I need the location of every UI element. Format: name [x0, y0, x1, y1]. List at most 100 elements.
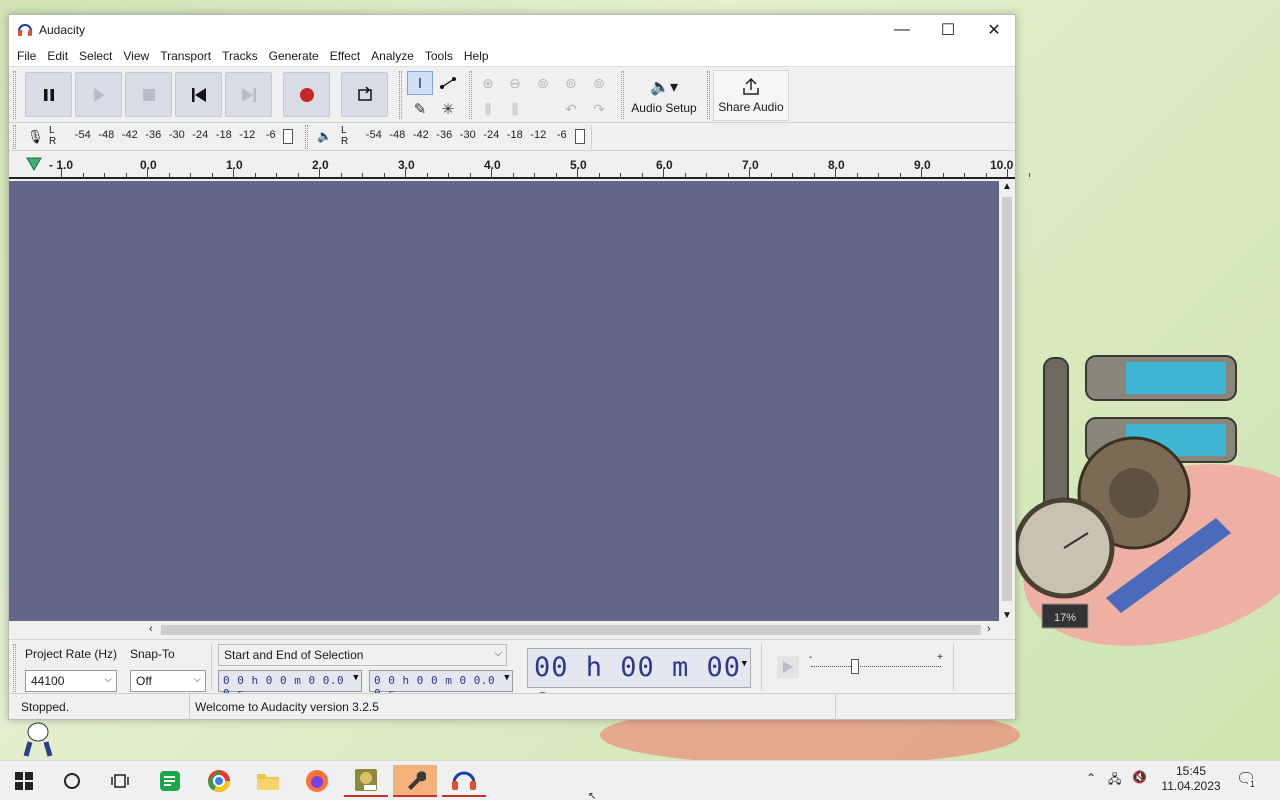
- taskbar-media-app[interactable]: [344, 765, 388, 797]
- menu-effect[interactable]: Effect: [327, 49, 368, 63]
- network-icon[interactable]: 🖧: [1108, 770, 1121, 791]
- draw-tool[interactable]: ✎: [407, 97, 433, 121]
- close-button[interactable]: ✕: [971, 15, 1017, 45]
- menu-edit[interactable]: Edit: [44, 49, 76, 63]
- silence-button[interactable]: ⫼: [502, 97, 528, 121]
- volume-muted-icon[interactable]: 🔇: [1132, 770, 1147, 784]
- record-button[interactable]: [283, 72, 330, 117]
- project-rate-select[interactable]: 44100 ⌵: [25, 670, 117, 692]
- minimize-button[interactable]: —: [879, 15, 925, 45]
- time-display[interactable]: 00 h 00 m 00 s ▼: [527, 648, 751, 714]
- track-area[interactable]: [9, 181, 999, 621]
- selection-mode-select[interactable]: Start and End of Selection ⌵: [218, 644, 507, 666]
- taskbar-file-explorer[interactable]: [246, 765, 290, 797]
- menu-help[interactable]: Help: [461, 49, 497, 63]
- scroll-up-icon[interactable]: ▲: [1002, 181, 1012, 192]
- caret-down-icon[interactable]: ▼: [353, 673, 359, 683]
- taskbar-audacity[interactable]: [442, 765, 486, 797]
- menu-analyze[interactable]: Analyze: [368, 49, 422, 63]
- caret-down-icon[interactable]: ▼: [504, 673, 510, 683]
- multi-tool[interactable]: ✳: [435, 97, 461, 121]
- playback-meter-grip[interactable]: [305, 125, 308, 149]
- redo-button[interactable]: ↷: [586, 97, 612, 121]
- play-speed-slider[interactable]: - +: [809, 652, 943, 680]
- skip-to-start-button[interactable]: [175, 72, 222, 117]
- envelope-tool[interactable]: [435, 71, 461, 95]
- loop-button[interactable]: [341, 72, 388, 117]
- taskbar-chrome[interactable]: [197, 765, 241, 797]
- stop-button[interactable]: [125, 72, 172, 117]
- microphone-icon[interactable]: 🎙: [27, 129, 44, 145]
- play-button[interactable]: [75, 72, 122, 117]
- scroll-down-icon[interactable]: ▼: [1002, 610, 1012, 621]
- vertical-scrollbar[interactable]: ▲ ▼: [999, 181, 1015, 621]
- vertical-scroll-thumb[interactable]: [1002, 197, 1012, 601]
- scroll-left-icon[interactable]: ‹: [149, 623, 153, 635]
- undo-button[interactable]: ↶: [558, 97, 584, 121]
- zoom-out-button[interactable]: ⊖: [502, 71, 528, 95]
- trim-button[interactable]: ⫼: [475, 97, 501, 121]
- playback-speaker-icon[interactable]: 🔈: [317, 129, 332, 143]
- menu-view[interactable]: View: [120, 49, 157, 63]
- tray-expand-icon[interactable]: ⌃: [1086, 771, 1096, 785]
- zoom-in-button[interactable]: ⊕: [475, 71, 501, 95]
- record-tick: -54: [74, 129, 91, 141]
- snap-to-select[interactable]: Off ⌵: [130, 670, 206, 692]
- task-view-button[interactable]: [98, 765, 142, 797]
- taskbar-tools-app[interactable]: [393, 765, 437, 797]
- maximize-button[interactable]: ☐: [925, 15, 971, 45]
- ruler-tick-mark: [297, 173, 299, 177]
- selection-start-time[interactable]: 0 0 h 0 0 m 0 0.0 0 s ▼: [218, 670, 362, 700]
- taskbar-firefox[interactable]: [295, 765, 339, 797]
- fit-project-button[interactable]: ⊚: [558, 71, 584, 95]
- play-at-speed-button[interactable]: [777, 656, 799, 678]
- menu-tools[interactable]: Tools: [422, 49, 461, 63]
- toolbar-grip[interactable]: [13, 71, 16, 119]
- clock[interactable]: 15:45 11.04.2023: [1156, 764, 1226, 793]
- meter-grip[interactable]: [13, 125, 16, 149]
- timeline-ruler[interactable]: - 1.0 0.0 1.0 2.0 3.0 4.0 5.0 6.0 7.0 8.…: [9, 151, 1030, 179]
- chevron-down-icon: ⌵: [104, 674, 112, 685]
- horizontal-scrollbar[interactable]: ‹ ›: [9, 621, 1015, 639]
- record-tick: -18: [215, 129, 232, 141]
- selection-end-time[interactable]: 0 0 h 0 0 m 0 0.0 0 s ▼: [369, 670, 513, 700]
- share-grip[interactable]: [707, 71, 710, 119]
- fit-selection-button[interactable]: ⊚: [530, 71, 556, 95]
- record-tick: -30: [168, 129, 185, 141]
- selection-grip[interactable]: [13, 644, 16, 692]
- audio-setup-grip[interactable]: [621, 71, 624, 119]
- notification-center-button[interactable]: 🗨 1: [1236, 769, 1260, 793]
- menu-select[interactable]: Select: [76, 49, 120, 63]
- skip-to-end-button[interactable]: [225, 72, 272, 117]
- audio-setup-button[interactable]: 🔈▾ Audio Setup: [627, 70, 701, 121]
- caret-down-icon[interactable]: ▼: [742, 659, 748, 669]
- ruler-tick-label: 6.0: [656, 158, 673, 172]
- menu-file[interactable]: File: [14, 49, 44, 63]
- menu-generate[interactable]: Generate: [266, 49, 327, 63]
- slider-thumb[interactable]: [851, 659, 859, 674]
- play-head-triangle-icon[interactable]: [25, 155, 45, 173]
- title-bar: Audacity — ☐ ✕: [9, 15, 1015, 45]
- record-meter-slider[interactable]: [283, 129, 293, 144]
- playback-meter-slider[interactable]: [575, 129, 585, 144]
- playback-meter[interactable]: -54 -48 -42 -36 -30 -24 -18 -12 -6: [362, 129, 574, 141]
- skip-start-icon: [191, 87, 206, 102]
- windows-icon: [15, 772, 33, 790]
- horizontal-scroll-thumb[interactable]: [161, 625, 981, 635]
- edit-grip[interactable]: [469, 71, 472, 119]
- search-button[interactable]: [50, 765, 94, 797]
- share-audio-button[interactable]: Share Audio: [713, 70, 789, 121]
- ruler-tick-mark: [319, 169, 320, 177]
- taskbar-notes-app[interactable]: [148, 765, 192, 797]
- scroll-right-icon[interactable]: ›: [987, 623, 991, 635]
- selection-tool[interactable]: I: [407, 71, 433, 95]
- tools-grip[interactable]: [399, 71, 402, 119]
- menu-transport[interactable]: Transport: [157, 49, 219, 63]
- menu-tracks[interactable]: Tracks: [219, 49, 266, 63]
- zoom-in-icon: ⊕: [482, 74, 494, 91]
- start-button[interactable]: [2, 765, 46, 797]
- pause-button[interactable]: [25, 72, 72, 117]
- ruler-tick-label: 8.0: [828, 158, 845, 172]
- zoom-toggle-button[interactable]: ⊚: [586, 71, 612, 95]
- record-meter[interactable]: -54 -48 -42 -36 -30 -24 -18 -12 -6: [71, 129, 283, 141]
